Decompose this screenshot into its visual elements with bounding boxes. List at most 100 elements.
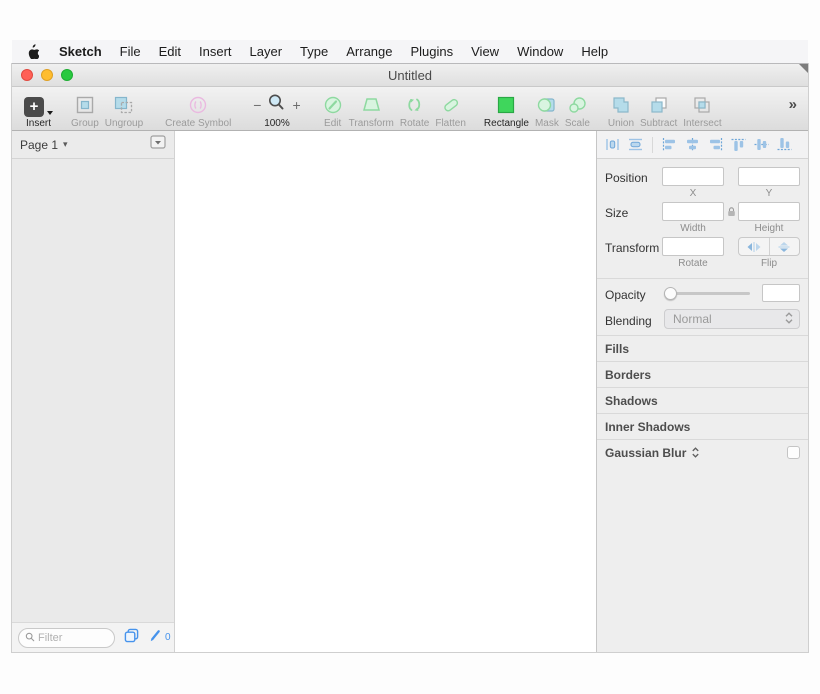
menu-item-help[interactable]: Help [572, 44, 617, 59]
blur-type-stepper-icon[interactable] [691, 446, 700, 459]
blending-value: Normal [673, 312, 784, 326]
section-fills[interactable]: Fills [597, 335, 808, 361]
window-title: Untitled [388, 68, 432, 83]
x-label: X [690, 188, 697, 199]
section-gaussian-blur[interactable]: Gaussian Blur [597, 439, 808, 465]
menu-item-plugins[interactable]: Plugins [401, 44, 462, 59]
position-x-input[interactable] [662, 167, 724, 186]
size-label: Size [605, 202, 662, 234]
create-symbol-icon [188, 93, 208, 117]
geometry-section: Position X Y Size [597, 159, 808, 279]
align-middle-vertical-icon[interactable] [753, 137, 770, 152]
zoom-level: 100% [264, 118, 290, 129]
toolbar-overflow-button[interactable]: » [789, 96, 802, 121]
zoom-controls: − + 100% [253, 89, 300, 129]
stepper-chevrons-icon [784, 311, 794, 328]
size-height-input[interactable] [738, 202, 800, 221]
edit-pencil-icon [323, 93, 343, 117]
menu-item-window[interactable]: Window [508, 44, 572, 59]
align-top-icon[interactable] [730, 137, 747, 152]
canvas[interactable] [175, 131, 596, 652]
size-row: Size Width Height [605, 202, 800, 234]
blending-select[interactable]: Normal [664, 309, 800, 329]
transform-label: Transform [605, 237, 662, 269]
union-button[interactable]: Union [608, 89, 634, 129]
distribute-horizontal-icon[interactable] [604, 137, 621, 152]
pages-panel-icon[interactable] [124, 628, 139, 648]
menu-item-arrange[interactable]: Arrange [337, 44, 401, 59]
blending-label: Blending [605, 310, 662, 328]
group-icon [75, 93, 95, 117]
size-width-input[interactable] [662, 202, 724, 221]
flip-label: Flip [761, 258, 777, 269]
title-bar[interactable]: Untitled [12, 64, 808, 87]
align-center-horizontal-icon[interactable] [684, 137, 701, 152]
group-button[interactable]: Group [71, 89, 99, 129]
page-list-toggle-icon[interactable] [150, 135, 166, 154]
layer-list[interactable] [12, 159, 174, 622]
zoom-window-button[interactable] [61, 69, 73, 81]
flatten-button[interactable]: Flatten [435, 89, 466, 129]
gaussian-blur-checkbox[interactable] [787, 446, 800, 459]
window-content: Page 1 ▾ [12, 131, 808, 652]
rotate-button[interactable]: Rotate [400, 89, 429, 129]
create-symbol-button[interactable]: Create Symbol [165, 89, 231, 129]
section-shadows[interactable]: Shadows [597, 387, 808, 413]
menu-item-file[interactable]: File [111, 44, 150, 59]
align-left-icon[interactable] [661, 137, 678, 152]
opacity-input[interactable] [762, 284, 800, 302]
minimize-button[interactable] [41, 69, 53, 81]
menu-item-edit[interactable]: Edit [150, 44, 190, 59]
height-label: Height [755, 223, 784, 234]
menu-item-sketch[interactable]: Sketch [50, 44, 111, 59]
menu-item-view[interactable]: View [462, 44, 508, 59]
intersect-icon [692, 93, 712, 117]
scale-button[interactable]: Scale [565, 89, 590, 129]
filter-field[interactable] [18, 628, 115, 648]
mask-button[interactable]: Mask [535, 89, 559, 129]
menu-item-layer[interactable]: Layer [241, 44, 292, 59]
intersect-button[interactable]: Intersect [683, 89, 721, 129]
align-right-icon[interactable] [707, 137, 724, 152]
width-label: Width [680, 223, 706, 234]
flip-vertical-button[interactable] [769, 238, 800, 255]
alignment-toolbar [597, 131, 808, 159]
pencil-icon[interactable] [148, 629, 161, 647]
distribute-vertical-icon[interactable] [627, 137, 644, 152]
insert-button[interactable]: + Insert [24, 89, 53, 129]
position-y-input[interactable] [738, 167, 800, 186]
transform-button[interactable]: Transform [349, 89, 394, 129]
slider-thumb[interactable] [664, 287, 677, 300]
blending-row: Blending Normal [597, 307, 808, 335]
menu-item-insert[interactable]: Insert [190, 44, 241, 59]
zoom-in-button[interactable]: + [292, 97, 300, 113]
zoom-out-button[interactable]: − [253, 97, 261, 113]
rectangle-icon [496, 93, 516, 117]
magnifier-icon [267, 93, 286, 117]
fullscreen-corner-icon[interactable] [799, 64, 808, 73]
rotate-input[interactable] [662, 237, 724, 256]
inspector-panel: Position X Y Size [596, 131, 808, 652]
filter-input[interactable] [38, 632, 108, 644]
rectangle-button[interactable]: Rectangle [484, 89, 529, 129]
lock-proportions-icon[interactable] [724, 202, 738, 234]
edit-button[interactable]: Edit [323, 89, 343, 129]
page-selector[interactable]: Page 1 [20, 138, 58, 152]
union-icon [611, 93, 631, 117]
apple-logo-icon [26, 44, 39, 59]
close-button[interactable] [21, 69, 33, 81]
page-caret-icon[interactable]: ▾ [63, 139, 68, 150]
menu-item-type[interactable]: Type [291, 44, 337, 59]
caret-down-icon [47, 111, 53, 115]
apple-menu[interactable] [12, 44, 50, 59]
subtract-button[interactable]: Subtract [640, 89, 677, 129]
opacity-slider[interactable] [664, 287, 750, 300]
position-label: Position [605, 167, 662, 199]
page-header: Page 1 ▾ [12, 131, 174, 159]
section-inner-shadows[interactable]: Inner Shadows [597, 413, 808, 439]
ungroup-button[interactable]: Ungroup [105, 89, 143, 129]
align-bottom-icon[interactable] [776, 137, 793, 152]
scale-icon [567, 93, 588, 117]
section-borders[interactable]: Borders [597, 361, 808, 387]
flip-horizontal-button[interactable] [739, 238, 769, 255]
